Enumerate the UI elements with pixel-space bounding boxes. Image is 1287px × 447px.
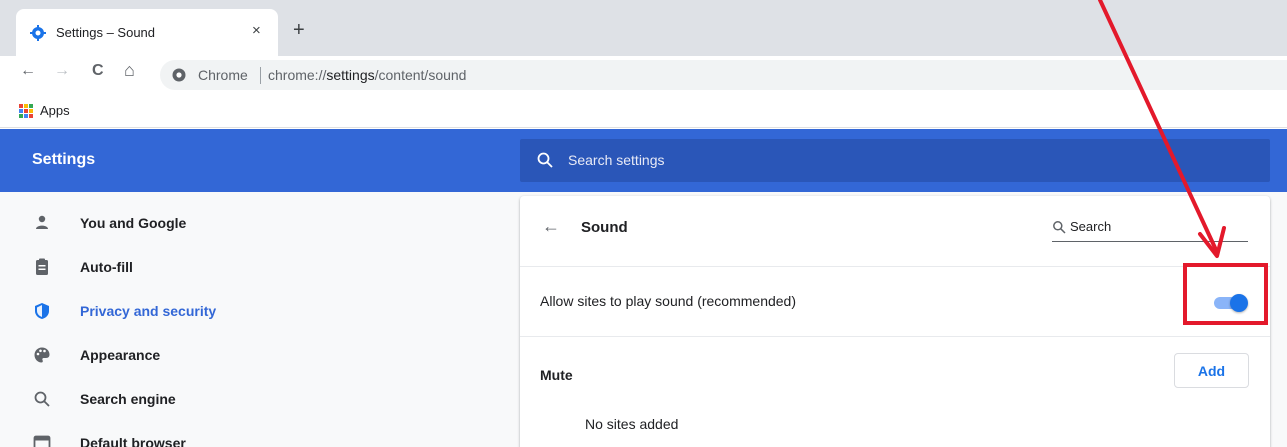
mute-label: Mute xyxy=(540,367,573,383)
allow-sound-label: Allow sites to play sound (recommended) xyxy=(540,293,797,309)
search-settings-input[interactable]: Search settings xyxy=(520,139,1270,182)
tab-close-icon[interactable]: × xyxy=(252,22,261,39)
search-icon xyxy=(1053,221,1066,234)
chrome-icon xyxy=(172,68,186,82)
sidebar-item-label: Default browser xyxy=(80,435,186,447)
reload-icon[interactable]: C xyxy=(92,62,104,80)
allow-sound-row: Allow sites to play sound (recommended) xyxy=(520,266,1270,336)
annotation-highlight-box xyxy=(1183,263,1268,325)
tab-strip: Settings – Sound × + xyxy=(0,0,1287,56)
sidebar-item-label: Appearance xyxy=(80,347,161,363)
browser-icon xyxy=(33,435,51,447)
back-icon[interactable]: ← xyxy=(20,62,36,80)
section-title: Sound xyxy=(581,219,628,236)
search-settings-placeholder: Search settings xyxy=(568,152,665,168)
sidebar-item-label: Search engine xyxy=(80,391,176,407)
forward-icon[interactable]: → xyxy=(54,62,70,80)
sidebar-item-privacy-and-security[interactable]: Privacy and security xyxy=(0,288,480,332)
tab-title: Settings – Sound xyxy=(56,25,156,40)
back-arrow-icon[interactable]: ← xyxy=(542,216,560,237)
sound-settings-card: ← Sound Search Allow sites to play sound… xyxy=(520,196,1270,447)
sidebar-item-appearance[interactable]: Appearance xyxy=(0,332,480,376)
add-button[interactable]: Add xyxy=(1174,353,1249,388)
sidebar-item-label: Auto-fill xyxy=(80,259,133,275)
search-sites-placeholder: Search xyxy=(1070,219,1112,234)
sidebar-item-default-browser[interactable]: Default browser xyxy=(0,420,480,447)
bookmarks-bar: Apps xyxy=(0,94,1287,128)
url-prefix: chrome:// xyxy=(268,67,327,83)
omnibox-divider xyxy=(260,67,261,84)
shield-icon xyxy=(35,303,49,319)
address-bar[interactable]: Chrome chrome://settings/content/sound xyxy=(160,60,1287,90)
url-host: settings xyxy=(326,67,375,83)
sidebar-item-you-and-google[interactable]: You and Google xyxy=(0,200,480,244)
page-title: Settings xyxy=(32,151,96,168)
sidebar-item-search-engine[interactable]: Search engine xyxy=(0,376,480,420)
apps-bookmark[interactable]: Apps xyxy=(40,103,70,118)
search-icon xyxy=(34,391,50,407)
sidebar-item-label: You and Google xyxy=(80,215,187,231)
person-icon xyxy=(36,215,48,229)
settings-main: You and Google Auto-fill Privacy and sec… xyxy=(0,192,1287,447)
sidebar: You and Google Auto-fill Privacy and sec… xyxy=(0,192,520,447)
browser-window: Settings – Sound × + ← → C ⌂ Chrome chro… xyxy=(0,0,1287,447)
url-path: /content/sound xyxy=(374,67,467,83)
search-icon xyxy=(537,152,553,168)
no-sites-text: No sites added xyxy=(585,416,679,432)
gear-icon xyxy=(30,25,46,41)
apps-grid-icon[interactable] xyxy=(19,104,33,118)
clipboard-icon xyxy=(36,258,48,275)
browser-toolbar: ← → C ⌂ Chrome chrome://settings/content… xyxy=(0,56,1287,94)
sidebar-item-label: Privacy and security xyxy=(80,303,217,319)
omnibox-url: chrome://settings/content/sound xyxy=(268,67,466,83)
palette-icon xyxy=(34,347,50,363)
settings-header: Settings Search settings xyxy=(0,129,1287,192)
mute-row: Mute Add xyxy=(520,336,1270,406)
tab-settings-sound[interactable]: Settings – Sound × xyxy=(16,9,278,56)
new-tab-button[interactable]: + xyxy=(293,20,305,40)
search-sites-input[interactable]: Search xyxy=(1052,216,1248,242)
sidebar-item-autofill[interactable]: Auto-fill xyxy=(0,244,480,288)
omnibox-scheme-label: Chrome xyxy=(198,67,248,83)
home-icon[interactable]: ⌂ xyxy=(124,60,135,81)
